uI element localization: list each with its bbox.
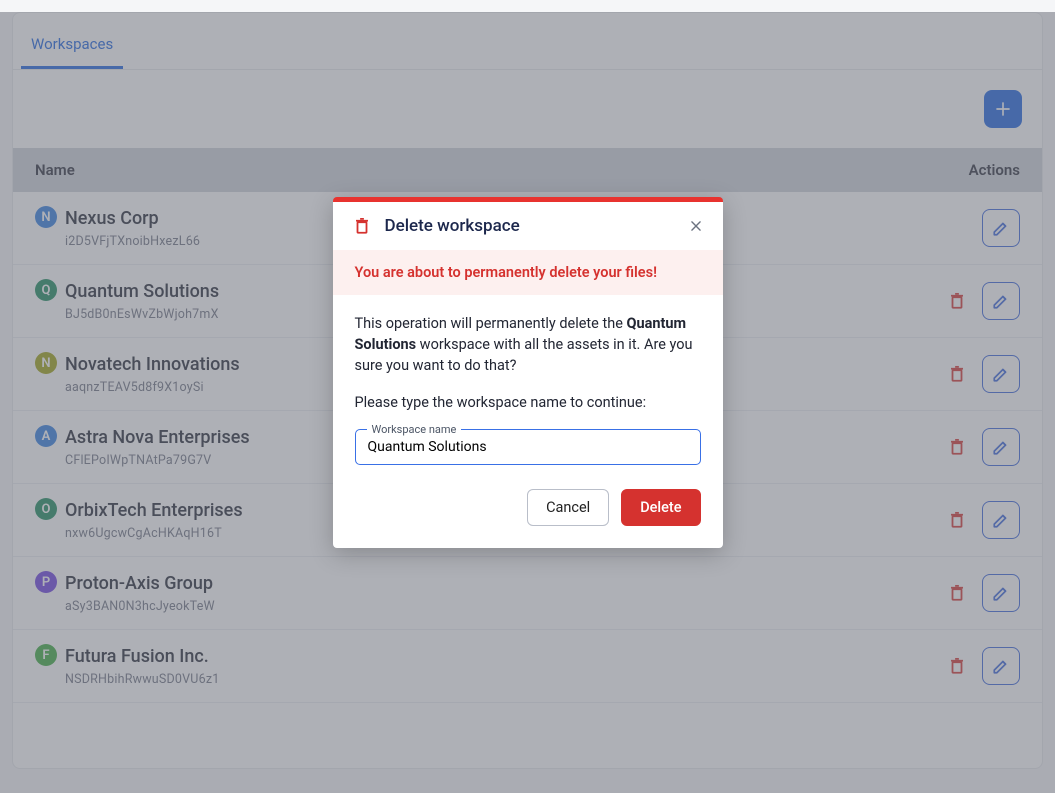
- modal-warning-banner: You are about to permanently delete your…: [333, 250, 723, 295]
- trash-icon: [353, 217, 371, 235]
- modal-prompt-text: Please type the workspace name to contin…: [355, 392, 701, 413]
- modal-title: Delete workspace: [385, 216, 520, 236]
- modal-backdrop: Delete workspace You are about to perman…: [0, 12, 1055, 793]
- close-icon: [689, 219, 703, 233]
- workspace-name-label: Workspace name: [367, 422, 462, 438]
- delete-workspace-modal: Delete workspace You are about to perman…: [333, 197, 723, 548]
- modal-body-text: This operation will permanently delete t…: [355, 313, 701, 376]
- cancel-button[interactable]: Cancel: [527, 489, 609, 526]
- modal-close-button[interactable]: [689, 219, 703, 233]
- delete-confirm-button[interactable]: Delete: [621, 489, 700, 526]
